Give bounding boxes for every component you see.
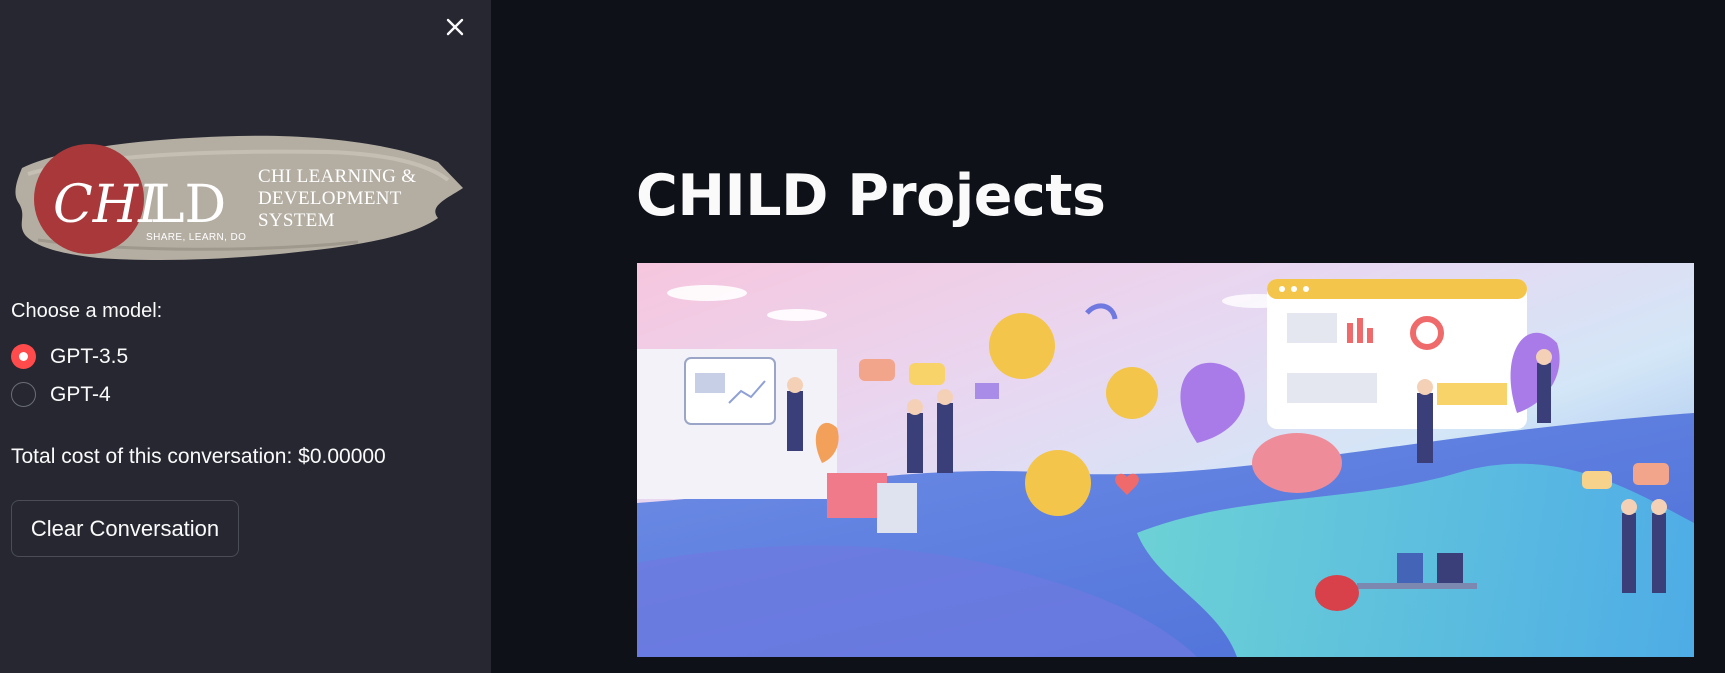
svg-text:LD: LD: [150, 175, 226, 235]
clear-conversation-button[interactable]: Clear Conversation: [11, 500, 239, 557]
logo-wordmark: CHI LEARNING & DEVELOPMENT SYSTEM: [258, 166, 417, 231]
teamwork-illustration: [637, 263, 1694, 657]
conversation-cost: Total cost of this conversation: $0.0000…: [11, 445, 386, 468]
page-title: CHILD Projects: [636, 163, 1106, 229]
radio-button[interactable]: [11, 382, 36, 407]
child-logo: CHI LD CHI LEARNING & DEVELOPMENT SYSTEM…: [8, 128, 470, 268]
logo-tagline: SHARE, LEARN, DO: [146, 232, 247, 243]
svg-text:CHI: CHI: [53, 175, 160, 235]
close-icon: [446, 18, 464, 36]
radio-option-gpt4[interactable]: GPT-4: [11, 382, 111, 407]
radio-label: GPT-3.5: [50, 344, 129, 368]
radio-option-gpt35[interactable]: GPT-3.5: [11, 344, 128, 369]
sidebar: CHI LD CHI LEARNING & DEVELOPMENT SYSTEM…: [0, 0, 491, 673]
radio-label: GPT-4: [50, 382, 111, 406]
model-select-label: Choose a model:: [11, 300, 163, 322]
radio-button-checked[interactable]: [11, 344, 36, 369]
close-sidebar-button[interactable]: [440, 12, 470, 42]
hero-illustration: [637, 263, 1694, 657]
